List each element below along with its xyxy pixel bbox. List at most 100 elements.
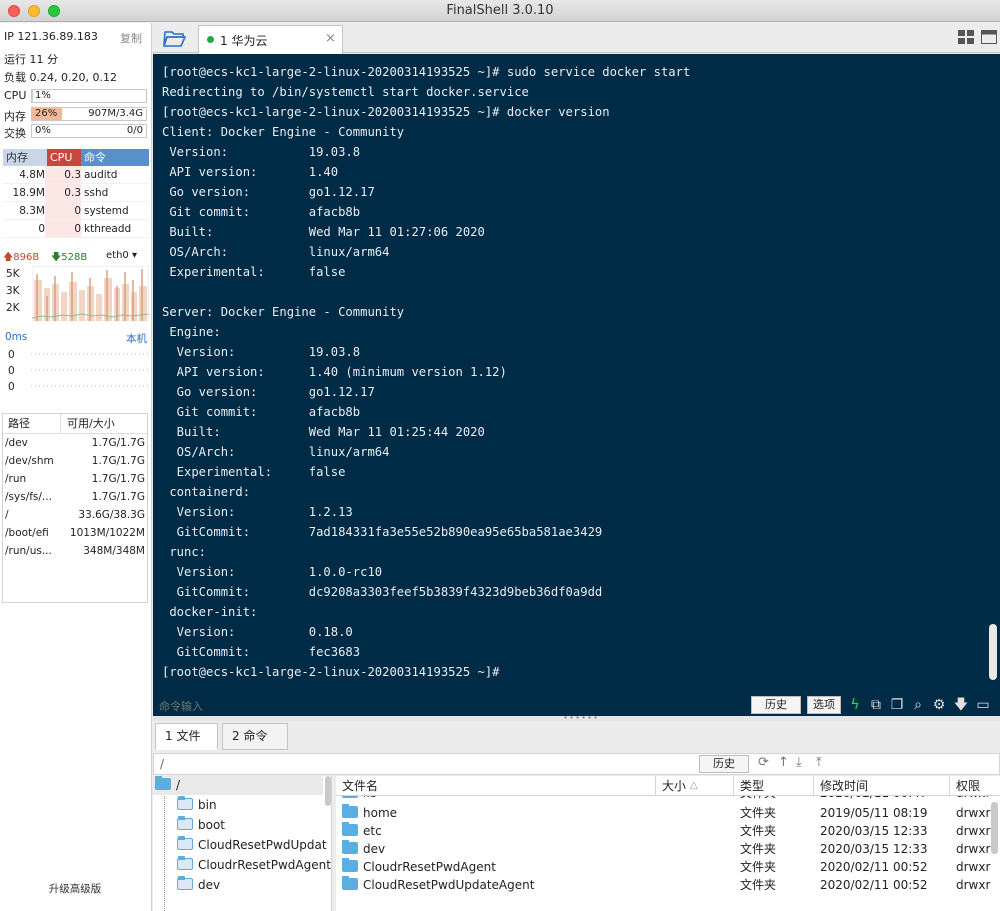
title-bar: FinalShell 3.0.10 xyxy=(0,0,1000,22)
tree-scrollbar[interactable] xyxy=(325,776,331,806)
disk-row[interactable]: /sys/fs/... 1.7G/1.7G xyxy=(3,488,147,506)
disk-row[interactable]: /run 1.7G/1.7G xyxy=(3,470,147,488)
folder-icon xyxy=(342,804,358,818)
paste-icon[interactable]: ❐ xyxy=(889,696,905,714)
process-row[interactable]: 18.9M 0.3 sshd xyxy=(3,184,149,202)
file-size xyxy=(656,876,734,894)
file-name: dev xyxy=(363,842,386,856)
refresh-icon[interactable]: ⟳ xyxy=(758,755,769,770)
process-cmd: kthreadd xyxy=(84,223,132,235)
close-tab-icon[interactable]: × xyxy=(325,31,336,46)
copy-ip-button[interactable]: 复制 xyxy=(120,30,142,46)
process-cmd: systemd xyxy=(84,205,129,217)
col-cpu[interactable]: CPU xyxy=(47,149,81,166)
interface-select[interactable]: eth0 ▾ xyxy=(106,250,137,261)
tree-item[interactable]: boot xyxy=(177,815,225,835)
file-perm: drwxr xyxy=(956,878,991,892)
tree-item[interactable]: CloudrResetPwdAgent xyxy=(177,855,331,875)
terminal-line: Redirecting to /bin/systemctl start dock… xyxy=(162,85,529,99)
file-row[interactable]: CloudResetPwdUpdateAgent 文件夹 2020/02/11 … xyxy=(336,876,1000,894)
layout-split-icon[interactable] xyxy=(981,30,997,47)
open-folder-button[interactable] xyxy=(161,27,189,49)
maximize-icon[interactable]: ▭ xyxy=(975,696,991,714)
tab-session[interactable]: 1 华为云 × xyxy=(198,25,343,54)
file-list: lib 文件夹 2020/02/11 00:47 drwxr 文件名 大小△ 类… xyxy=(336,776,1000,911)
cpu-value: 1% xyxy=(35,90,51,101)
folder-icon xyxy=(177,816,193,830)
col-size[interactable]: 大小 △ xyxy=(656,776,734,795)
up-directory-icon[interactable]: ↑ xyxy=(778,755,789,770)
upload-rate-value: 896B xyxy=(13,252,40,263)
file-row[interactable]: CloudrResetPwdAgent 文件夹 2020/02/11 00:52… xyxy=(336,858,1000,876)
terminal-scrollbar[interactable] xyxy=(989,624,997,680)
path-history-button[interactable]: 历史 xyxy=(699,755,749,773)
search-icon[interactable]: ⌕ xyxy=(910,696,926,714)
disk-row[interactable]: /dev 1.7G/1.7G xyxy=(3,434,147,452)
file-row[interactable]: dev 文件夹 2020/03/15 12:33 drwxr xyxy=(336,840,1000,858)
lightning-icon[interactable]: ϟ xyxy=(847,696,863,714)
ping-host[interactable]: 本机 xyxy=(126,331,147,346)
terminal-line: Go version: go1.12.17 xyxy=(162,385,375,399)
folder-icon xyxy=(155,776,171,790)
disk-size: 1.7G/1.7G xyxy=(91,437,145,449)
file-row[interactable]: home 文件夹 2019/05/11 08:19 drwxr xyxy=(336,804,1000,822)
terminal-line: OS/Arch: linux/arm64 xyxy=(162,245,390,259)
swap-value: 0% xyxy=(35,125,51,136)
col-filename[interactable]: 文件名 xyxy=(336,776,656,795)
file-name: etc xyxy=(363,824,382,838)
file-row[interactable]: etc 文件夹 2020/03/15 12:33 drwxr xyxy=(336,822,1000,840)
col-size[interactable]: 可用/大小 xyxy=(61,414,147,433)
gear-icon[interactable]: ⚙ xyxy=(931,696,947,714)
terminal-pane[interactable]: [root@ecs-kc1-large-2-linux-202003141935… xyxy=(153,54,1000,716)
disk-row[interactable]: /dev/shm 1.7G/1.7G xyxy=(3,452,147,470)
download-icon[interactable]: 🡇 xyxy=(953,696,969,714)
terminal-line: Server: Docker Engine - Community xyxy=(162,305,405,319)
process-mem: 8.3M xyxy=(19,205,45,217)
process-row[interactable]: 4.8M 0.3 auditd xyxy=(3,166,149,184)
col-perm[interactable]: 权限 xyxy=(950,776,996,795)
file-perm: drwxr xyxy=(956,806,991,820)
col-path[interactable]: 路径 xyxy=(3,414,61,433)
tree-item[interactable]: dev xyxy=(177,875,220,895)
options-button[interactable]: 选项 xyxy=(807,696,841,714)
disk-row[interactable]: /boot/efi 1013M/1022M xyxy=(3,524,147,542)
disk-path: / xyxy=(5,509,9,521)
process-mem: 18.9M xyxy=(12,187,45,199)
ping-tick: 0 xyxy=(8,349,15,361)
process-row[interactable]: 8.3M 0 systemd xyxy=(3,202,149,220)
tree-item-label: dev xyxy=(198,878,221,892)
file-type: 文件夹 xyxy=(740,824,777,838)
tab-commands[interactable]: 2 命令 xyxy=(222,723,288,750)
process-row[interactable]: 0 0 kthreadd xyxy=(3,220,149,238)
col-mem[interactable]: 内存 xyxy=(3,149,47,166)
process-cpu: 0 xyxy=(45,220,81,237)
terminal-output[interactable]: [root@ecs-kc1-large-2-linux-202003141935… xyxy=(162,62,690,682)
layout-grid-icon[interactable] xyxy=(958,30,974,47)
file-type: 文件夹 xyxy=(740,878,777,892)
disk-size: 1013M/1022M xyxy=(69,527,145,539)
upgrade-link[interactable]: 升级高级版 xyxy=(0,881,150,896)
cpu-meter: 1% xyxy=(31,89,147,103)
tree-root[interactable]: / xyxy=(155,776,180,795)
tab-files[interactable]: 1 文件 xyxy=(155,723,218,750)
path-input[interactable]: / xyxy=(160,757,164,771)
download-file-icon[interactable]: ⤓ xyxy=(796,755,802,770)
upload-file-icon[interactable]: ⤒ xyxy=(816,755,822,770)
file-mtime: 2020/02/11 00:52 xyxy=(820,860,928,874)
disk-row[interactable]: / 33.6G/38.3G xyxy=(3,506,147,524)
tree-item[interactable]: CloudResetPwdUpdat xyxy=(177,835,327,855)
terminal-line: Built: Wed Mar 11 01:27:06 2020 xyxy=(162,225,485,239)
col-cmd[interactable]: 命令 xyxy=(81,149,149,166)
disk-path: /boot/efi xyxy=(5,527,49,539)
file-type: 文件夹 xyxy=(740,806,777,820)
copy-icon[interactable]: ⧉ xyxy=(868,696,884,714)
tree-item-label: bin xyxy=(198,798,217,812)
disk-row[interactable]: /run/us... 348M/348M xyxy=(3,542,147,560)
col-mtime[interactable]: 修改时间 xyxy=(814,776,950,795)
file-list-scrollbar[interactable] xyxy=(991,802,998,854)
tree-item[interactable]: bin xyxy=(177,795,217,815)
col-type[interactable]: 类型 xyxy=(734,776,814,795)
history-button[interactable]: 历史 xyxy=(751,696,801,714)
command-input[interactable] xyxy=(159,698,739,714)
